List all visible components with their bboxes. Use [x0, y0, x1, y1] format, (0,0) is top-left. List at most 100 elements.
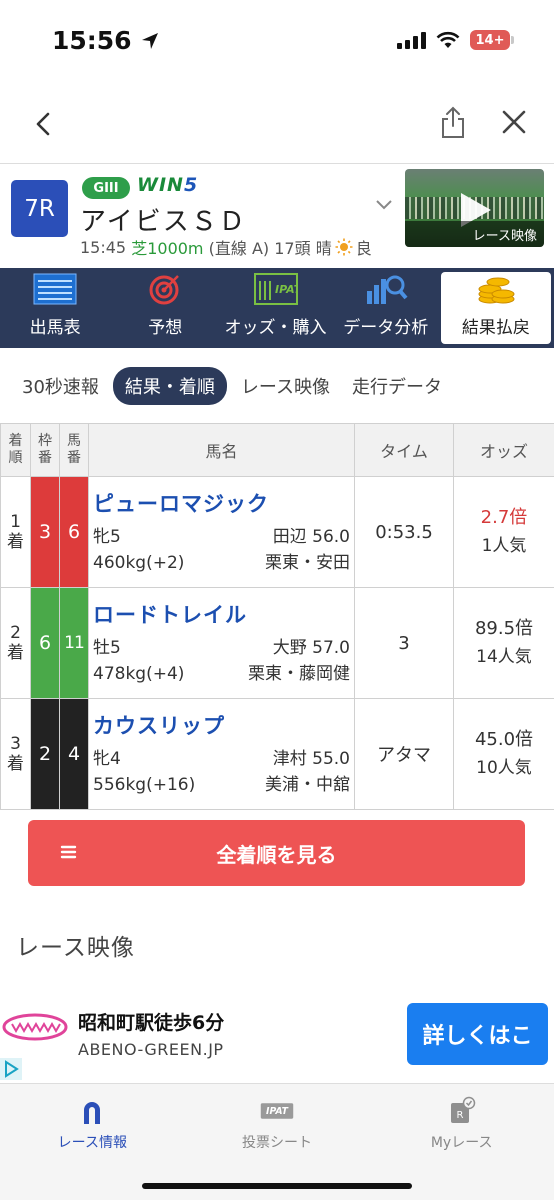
header-name: 馬名: [88, 423, 355, 477]
battery-icon: 14+: [470, 30, 514, 50]
stable: 栗東・安田: [265, 553, 350, 573]
subtab-running-data[interactable]: 走行データ: [344, 367, 450, 405]
sun-icon: [335, 238, 353, 256]
finish-position: 3着: [0, 698, 31, 810]
table-row[interactable]: 3着 2 4 カウスリップ 牝4 津村 55.0 556kg(+16) 美浦・中舘 …: [0, 698, 554, 810]
ad-url: ABENO-GREEN.JP: [78, 1040, 224, 1059]
header-odds: オッズ: [453, 423, 554, 477]
list-icon: [60, 845, 77, 859]
race-video-label: レース映像: [405, 221, 544, 247]
tab-results-payout[interactable]: 結果払戻: [440, 272, 552, 344]
jockey-weight: 大野 57.0: [272, 638, 350, 658]
svg-text:IPAT: IPAT: [275, 283, 298, 296]
status-time: 15:56: [52, 26, 160, 55]
race-time: アタマ: [354, 698, 454, 810]
horse-name-link[interactable]: カウスリップ: [93, 710, 350, 740]
finish-position: 2着: [0, 587, 31, 699]
subtab-race-video[interactable]: レース映像: [233, 367, 338, 405]
chevron-down-icon[interactable]: [374, 197, 394, 211]
waku-number: 3: [30, 476, 60, 588]
sex-age: 牡5: [93, 638, 121, 658]
svg-text:IPAT: IPAT: [266, 1106, 289, 1117]
header-pos: 着順: [0, 423, 31, 477]
close-icon[interactable]: [500, 108, 528, 136]
ad-banner[interactable]: 昭和町駅徒歩6分 ABENO-GREEN.JP 詳しくはこ: [0, 998, 554, 1083]
view-all-results-button[interactable]: 全着順を見る: [28, 820, 525, 886]
waku-number: 6: [30, 587, 60, 699]
ad-logo: [2, 1013, 68, 1041]
stable: 美浦・中舘: [265, 775, 350, 795]
odds-value: 89.5倍: [474, 618, 534, 639]
share-icon[interactable]: [438, 104, 468, 140]
odds-cell: 45.0倍 10人気: [453, 698, 554, 810]
wifi-icon: [436, 31, 460, 48]
horse-name-link[interactable]: ピューロマジック: [93, 488, 350, 518]
ad-title: 昭和町駅徒歩6分: [78, 1012, 225, 1034]
race-info: 15:45 芝1000m (直線 A) 17頭 晴 良: [80, 237, 372, 259]
location-arrow-icon: [142, 33, 159, 49]
results-table: 着順 枠番 馬番 馬名 タイム オッズ 1着 3 6 ピューロマジック 牝5 田辺…: [0, 423, 554, 810]
finish-position: 1着: [0, 476, 31, 588]
ad-details-button[interactable]: 詳しくはこ: [407, 1003, 548, 1065]
body-weight: 556kg(+16): [93, 775, 196, 795]
jockey-weight: 田辺 56.0: [272, 527, 350, 547]
race-video-section-title: レース映像: [16, 935, 135, 961]
race-time: 3: [354, 587, 454, 699]
stable: 栗東・藤岡健: [248, 664, 350, 684]
tab-data-analysis[interactable]: データ分析: [331, 268, 441, 348]
odds-cell: 2.7倍 1人気: [453, 476, 554, 588]
header-waku: 枠番: [30, 423, 60, 477]
race-name: アイビスＳＤ: [80, 207, 247, 237]
ipat-icon: IPAT: [253, 273, 298, 305]
main-tab-bar: 出馬表 予想 IPAT オッズ・購入 データ分析 結果払戻: [0, 268, 554, 348]
sub-tab-bar: 30秒速報 結果・着順 レース映像 走行データ: [0, 358, 554, 414]
home-indicator: [142, 1183, 412, 1189]
sex-age: 牝4: [93, 749, 121, 769]
odds-value: 2.7倍: [480, 507, 528, 528]
popularity: 1人気: [481, 536, 527, 556]
horse-cell: ロードトレイル 牡5 大野 57.0 478kg(+4) 栗東・藤岡健: [88, 587, 355, 699]
coins-icon: [474, 273, 518, 305]
sex-age: 牝5: [93, 527, 121, 547]
ad-choices-icon[interactable]: [0, 1058, 22, 1080]
horse-number: 4: [59, 698, 89, 810]
racecard-icon: [33, 273, 77, 305]
horse-name-link[interactable]: ロードトレイル: [93, 599, 350, 629]
race-number-badge: 7R: [11, 180, 68, 237]
race-time: 0:53.5: [354, 476, 454, 588]
waku-number: 2: [30, 698, 60, 810]
table-row[interactable]: 1着 3 6 ピューロマジック 牝5 田辺 56.0 460kg(+2) 栗東・安田…: [0, 476, 554, 588]
horse-cell: カウスリップ 牝4 津村 55.0 556kg(+16) 美浦・中舘: [88, 698, 355, 810]
svg-text:R: R: [456, 1110, 463, 1121]
tab-racecard[interactable]: 出馬表: [0, 268, 110, 348]
chart-search-icon: [364, 273, 408, 305]
race-video-thumbnail[interactable]: レース映像: [405, 169, 544, 247]
tab-odds-purchase[interactable]: IPAT オッズ・購入: [220, 268, 330, 348]
win5-logo: WIN5: [137, 174, 199, 196]
cellular-signal-icon: [397, 31, 426, 49]
my-race-icon: R: [445, 1094, 479, 1128]
table-header-row: 着順 枠番 馬番 馬名 タイム オッズ: [0, 423, 554, 477]
navigation-bar: [0, 82, 554, 164]
horse-number: 6: [59, 476, 89, 588]
popularity: 10人気: [476, 758, 532, 778]
subtab-results[interactable]: 結果・着順: [112, 367, 227, 405]
body-weight: 478kg(+4): [93, 664, 185, 684]
table-row[interactable]: 2着 6 11 ロードトレイル 牡5 大野 57.0 478kg(+4) 栗東・藤岡…: [0, 587, 554, 699]
horseshoe-icon: [75, 1094, 109, 1128]
back-chevron-icon[interactable]: [28, 106, 58, 142]
body-weight: 460kg(+2): [93, 553, 185, 573]
grade-badge: GIII: [82, 177, 130, 199]
tab-prediction[interactable]: 予想: [110, 268, 220, 348]
horse-number: 11: [59, 587, 89, 699]
odds-cell: 89.5倍 14人気: [453, 587, 554, 699]
status-bar: 15:56 14+: [0, 0, 554, 82]
jockey-weight: 津村 55.0: [272, 749, 350, 769]
header-uma: 馬番: [59, 423, 89, 477]
horse-cell: ピューロマジック 牝5 田辺 56.0 460kg(+2) 栗東・安田: [88, 476, 355, 588]
header-time: タイム: [354, 423, 454, 477]
odds-value: 45.0倍: [474, 729, 534, 750]
subtab-30sec-flash[interactable]: 30秒速報: [14, 367, 107, 405]
ipat-icon: IPAT: [260, 1094, 294, 1128]
popularity: 14人気: [476, 647, 532, 667]
